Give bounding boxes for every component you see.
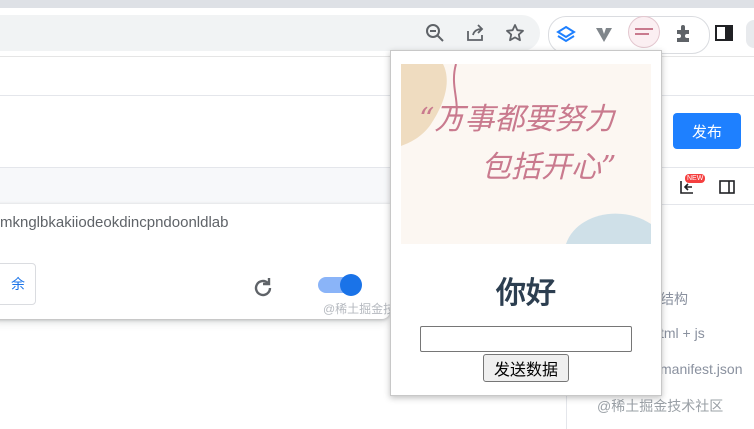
enable-toggle[interactable] [318, 274, 362, 296]
bookmark-star-icon[interactable] [501, 19, 529, 47]
file-item-html[interactable]: tml + js [660, 325, 705, 341]
new-badge: NEW [685, 174, 706, 183]
remove-button[interactable]: 余 [0, 263, 36, 305]
send-data-button[interactable]: 发送数据 [483, 354, 569, 382]
footer-watermark: @稀土掘金技术社区 [597, 398, 724, 414]
layers-extension-icon[interactable] [552, 20, 580, 48]
profile-avatar[interactable] [746, 20, 754, 48]
image-text-line1: “万事都要努力 [419, 102, 615, 137]
reload-icon[interactable] [250, 275, 276, 301]
side-panel-icon[interactable] [710, 19, 738, 47]
extension-popup: “万事都要努力 包括开心” 你好 发送数据 [390, 50, 662, 396]
v-extension-icon[interactable] [590, 20, 618, 48]
extension-id: mknglbkakiiodeokdincpndoonldlab [0, 214, 229, 231]
popup-title: 你好 [496, 277, 556, 310]
address-bar[interactable] [0, 15, 540, 51]
custom-extension-icon[interactable] [628, 16, 660, 48]
image-text-line2: 包括开心” [481, 150, 617, 185]
watermark: @稀土掘金技 [323, 302, 396, 316]
browser-toolbar [0, 8, 754, 56]
data-input[interactable] [420, 326, 632, 352]
zoom-icon[interactable] [421, 19, 449, 47]
popup-image: “万事都要努力 包括开心” [401, 64, 651, 244]
publish-button[interactable]: 发布 [673, 113, 741, 149]
preview-panel-icon[interactable] [718, 178, 736, 196]
share-icon[interactable] [461, 19, 489, 47]
puzzle-extensions-icon[interactable] [670, 19, 698, 47]
tab-strip [0, 0, 754, 8]
file-item-manifest[interactable]: manifest.json [660, 361, 742, 377]
toggle-knob [340, 274, 362, 296]
file-item-structure[interactable]: 结构 [660, 289, 688, 309]
